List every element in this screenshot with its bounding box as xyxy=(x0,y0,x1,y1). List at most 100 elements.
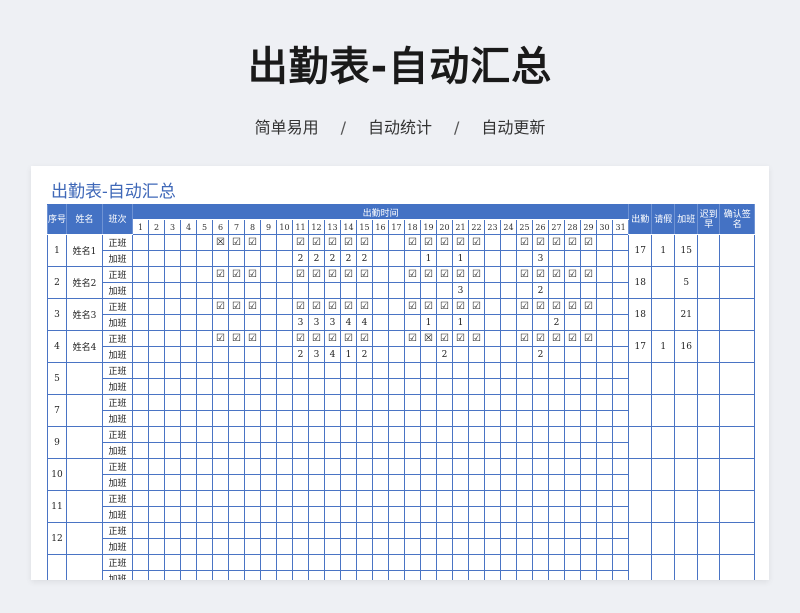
regular-day-cell[interactable] xyxy=(228,458,245,475)
regular-day-cell[interactable]: ☑ xyxy=(340,330,357,347)
overtime-day-cell[interactable] xyxy=(244,346,261,363)
regular-day-cell[interactable]: ☑ xyxy=(452,330,469,347)
overtime-day-cell[interactable] xyxy=(292,410,309,427)
overtime-day-cell[interactable] xyxy=(244,314,261,331)
overtime-day-cell[interactable] xyxy=(484,442,501,459)
overtime-day-cell[interactable] xyxy=(292,474,309,491)
overtime-day-cell[interactable]: 1 xyxy=(420,314,437,331)
regular-day-cell[interactable] xyxy=(260,490,277,507)
regular-day-cell[interactable] xyxy=(452,426,469,443)
overtime-day-cell[interactable] xyxy=(500,378,517,395)
overtime-day-cell[interactable] xyxy=(324,378,341,395)
overtime-day-cell[interactable] xyxy=(164,250,181,267)
regular-day-cell[interactable] xyxy=(468,458,485,475)
row-name[interactable]: 姓名3 xyxy=(66,298,103,331)
overtime-day-cell[interactable] xyxy=(356,442,373,459)
overtime-day-cell[interactable] xyxy=(228,346,245,363)
regular-day-cell[interactable] xyxy=(132,554,149,571)
regular-day-cell[interactable] xyxy=(260,522,277,539)
overtime-day-cell[interactable] xyxy=(404,410,421,427)
overtime-day-cell[interactable]: 4 xyxy=(324,346,341,363)
regular-day-cell[interactable] xyxy=(180,554,197,571)
overtime-day-cell[interactable] xyxy=(388,410,405,427)
regular-day-cell[interactable] xyxy=(372,426,389,443)
overtime-day-cell[interactable]: 3 xyxy=(532,250,549,267)
regular-day-cell[interactable] xyxy=(340,490,357,507)
overtime-day-cell[interactable] xyxy=(260,378,277,395)
regular-day-cell[interactable] xyxy=(372,458,389,475)
overtime-day-cell[interactable] xyxy=(308,378,325,395)
overtime-day-cell[interactable] xyxy=(532,506,549,523)
overtime-day-cell[interactable] xyxy=(212,346,229,363)
overtime-day-cell[interactable] xyxy=(148,538,165,555)
regular-day-cell[interactable]: ☒ xyxy=(212,234,229,251)
overtime-day-cell[interactable] xyxy=(611,570,630,580)
overtime-day-cell[interactable] xyxy=(596,570,613,580)
regular-day-cell[interactable] xyxy=(596,522,613,539)
overtime-day-cell[interactable] xyxy=(596,474,613,491)
regular-day-cell[interactable]: ☑ xyxy=(548,266,565,283)
regular-day-cell[interactable] xyxy=(484,394,501,411)
overtime-day-cell[interactable] xyxy=(196,250,213,267)
overtime-day-cell[interactable] xyxy=(404,346,421,363)
regular-day-cell[interactable] xyxy=(212,458,229,475)
overtime-day-cell[interactable] xyxy=(196,314,213,331)
regular-day-cell[interactable] xyxy=(164,362,181,379)
regular-day-cell[interactable] xyxy=(292,522,309,539)
overtime-day-cell[interactable] xyxy=(516,570,533,580)
overtime-day-cell[interactable] xyxy=(611,410,630,427)
regular-day-cell[interactable] xyxy=(228,426,245,443)
regular-day-cell[interactable] xyxy=(580,522,597,539)
overtime-day-cell[interactable] xyxy=(244,570,261,580)
overtime-day-cell[interactable] xyxy=(212,474,229,491)
overtime-day-cell[interactable] xyxy=(516,314,533,331)
overtime-day-cell[interactable] xyxy=(164,474,181,491)
regular-day-cell[interactable]: ☑ xyxy=(580,234,597,251)
signature-cell[interactable] xyxy=(719,266,756,299)
regular-day-cell[interactable]: ☑ xyxy=(532,234,549,251)
overtime-day-cell[interactable] xyxy=(324,538,341,555)
overtime-day-cell[interactable] xyxy=(404,570,421,580)
regular-day-cell[interactable] xyxy=(276,330,293,347)
overtime-day-cell[interactable] xyxy=(132,442,149,459)
overtime-day-cell[interactable] xyxy=(340,410,357,427)
signature-cell[interactable] xyxy=(719,554,756,580)
regular-day-cell[interactable] xyxy=(548,554,565,571)
regular-day-cell[interactable] xyxy=(580,458,597,475)
regular-day-cell[interactable] xyxy=(340,522,357,539)
regular-day-cell[interactable] xyxy=(244,522,261,539)
overtime-day-cell[interactable] xyxy=(452,442,469,459)
regular-day-cell[interactable] xyxy=(436,522,453,539)
regular-day-cell[interactable]: ☑ xyxy=(404,330,421,347)
overtime-day-cell[interactable] xyxy=(292,506,309,523)
regular-day-cell[interactable] xyxy=(276,554,293,571)
overtime-day-cell[interactable] xyxy=(468,410,485,427)
overtime-day-cell[interactable]: 1 xyxy=(452,250,469,267)
regular-day-cell[interactable] xyxy=(308,554,325,571)
overtime-day-cell[interactable] xyxy=(196,378,213,395)
overtime-day-cell[interactable] xyxy=(372,506,389,523)
overtime-day-cell[interactable]: 1 xyxy=(340,346,357,363)
regular-day-cell[interactable]: ☑ xyxy=(228,330,245,347)
overtime-day-cell[interactable] xyxy=(356,282,373,299)
regular-day-cell[interactable] xyxy=(436,490,453,507)
signature-cell[interactable] xyxy=(719,330,756,363)
regular-day-cell[interactable] xyxy=(164,234,181,251)
overtime-day-cell[interactable]: 4 xyxy=(340,314,357,331)
overtime-day-cell[interactable] xyxy=(548,346,565,363)
signature-cell[interactable] xyxy=(719,490,756,523)
overtime-day-cell[interactable] xyxy=(388,506,405,523)
overtime-day-cell[interactable] xyxy=(532,474,549,491)
regular-day-cell[interactable] xyxy=(500,394,517,411)
overtime-day-cell[interactable] xyxy=(180,282,197,299)
regular-day-cell[interactable]: ☑ xyxy=(324,330,341,347)
overtime-day-cell[interactable] xyxy=(148,410,165,427)
overtime-day-cell[interactable] xyxy=(404,506,421,523)
regular-day-cell[interactable] xyxy=(164,426,181,443)
row-name[interactable] xyxy=(66,458,103,491)
regular-day-cell[interactable]: ☑ xyxy=(308,330,325,347)
regular-day-cell[interactable] xyxy=(324,458,341,475)
overtime-day-cell[interactable] xyxy=(516,378,533,395)
regular-day-cell[interactable] xyxy=(132,426,149,443)
regular-day-cell[interactable] xyxy=(500,330,517,347)
